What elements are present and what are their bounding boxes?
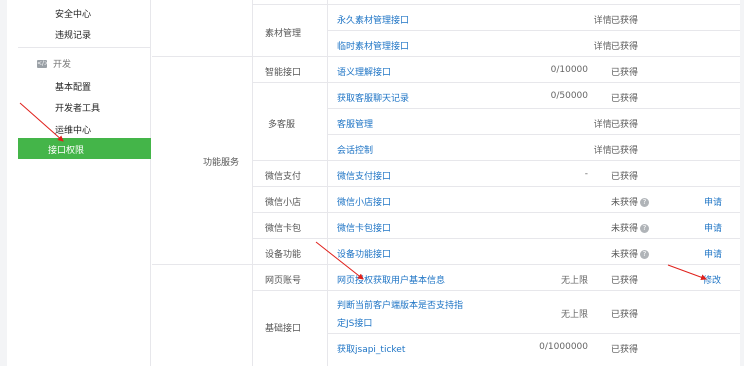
api-link[interactable]: 设备功能接口	[337, 247, 391, 260]
help-icon[interactable]: ?	[640, 250, 650, 259]
help-icon[interactable]: ?	[640, 224, 650, 233]
sidebar-divider	[18, 47, 150, 48]
api-link[interactable]: 会话控制	[337, 143, 373, 156]
status-text: 已获得	[611, 146, 639, 156]
quota-text: 0/10000	[550, 65, 588, 75]
api-link[interactable]: 永久素材管理接口	[337, 13, 409, 26]
sidebar-item-dev-tools[interactable]: 开发者工具	[55, 101, 100, 114]
category-pay: 微信支付	[265, 172, 302, 182]
apply-link[interactable]: 申请	[704, 247, 722, 260]
modify-link[interactable]: 修改	[703, 273, 721, 286]
api-link[interactable]: 临时素材管理接口	[337, 39, 409, 52]
category-basic: 基础接口	[265, 324, 302, 334]
status-text: 已获得	[611, 68, 639, 78]
category-customer-service: 多客服	[268, 120, 296, 130]
group-label: 功能服务	[203, 158, 240, 168]
api-link[interactable]: 客服管理	[337, 117, 373, 130]
sidebar-section-label: 开发	[53, 60, 72, 70]
api-link[interactable]: 微信卡包接口	[337, 221, 391, 234]
permissions-table: 功能服务 素材管理 智能接口 多客服 微信支付 微信小店 微信卡包 设备功能 网…	[152, 0, 740, 366]
quota-text: 0/1000000	[539, 342, 588, 352]
status-text: 已获得	[611, 345, 639, 355]
status-text: 未获得?	[611, 221, 650, 234]
status-text: 未获得?	[611, 195, 650, 208]
help-icon[interactable]: ?	[640, 198, 650, 207]
sidebar-item-basic-config[interactable]: 基本配置	[55, 80, 91, 93]
status-text: 已获得	[611, 16, 639, 26]
sidebar-item-violations[interactable]: 违规记录	[55, 28, 91, 41]
code-icon: </>	[37, 59, 50, 68]
category-smart: 智能接口	[265, 68, 302, 78]
sidebar-item-ops-center[interactable]: 运维中心	[55, 123, 91, 136]
category-card: 微信卡包	[265, 224, 302, 234]
api-link-line1[interactable]: 判断当前客户端版本是否支持指	[337, 298, 463, 311]
api-link[interactable]: 获取jsapi_ticket	[337, 342, 405, 355]
sidebar-section-dev: </> 开发	[37, 57, 71, 70]
right-margin	[740, 0, 744, 366]
sidebar-item-security[interactable]: 安全中心	[55, 7, 91, 20]
sidebar-item-api-permissions[interactable]: 接口权限	[18, 138, 151, 159]
apply-link[interactable]: 申请	[704, 195, 722, 208]
category-web: 网页账号	[265, 276, 302, 286]
quota-text: 0/50000	[550, 91, 588, 101]
category-material: 素材管理	[265, 29, 302, 39]
api-link[interactable]: 微信支付接口	[337, 169, 391, 182]
quota-text: 无上限	[560, 276, 588, 286]
status-text: 已获得	[611, 94, 639, 104]
api-link[interactable]: 获取客服聊天记录	[337, 91, 409, 104]
status-text: 已获得	[611, 276, 639, 286]
apply-link[interactable]: 申请	[704, 221, 722, 234]
sidebar: 安全中心 违规记录 </> 开发 基本配置 开发者工具 运维中心	[7, 0, 151, 366]
status-text: 未获得?	[611, 247, 650, 260]
status-text: 已获得	[611, 310, 639, 320]
status-text: 已获得	[611, 120, 639, 130]
status-text: 已获得	[611, 42, 639, 52]
api-link[interactable]: 微信小店接口	[337, 195, 391, 208]
sidebar-item-label: 接口权限	[48, 146, 85, 156]
api-link-line2[interactable]: 定JS接口	[337, 316, 372, 329]
category-store: 微信小店	[265, 198, 302, 208]
api-link[interactable]: 语义理解接口	[337, 65, 391, 78]
quota-text: 无上限	[560, 310, 588, 320]
api-link[interactable]: 网页授权获取用户基本信息	[337, 273, 445, 286]
left-margin	[0, 0, 7, 366]
status-text: 已获得	[611, 172, 639, 182]
category-device: 设备功能	[265, 250, 302, 260]
quota-text: -	[584, 169, 588, 179]
